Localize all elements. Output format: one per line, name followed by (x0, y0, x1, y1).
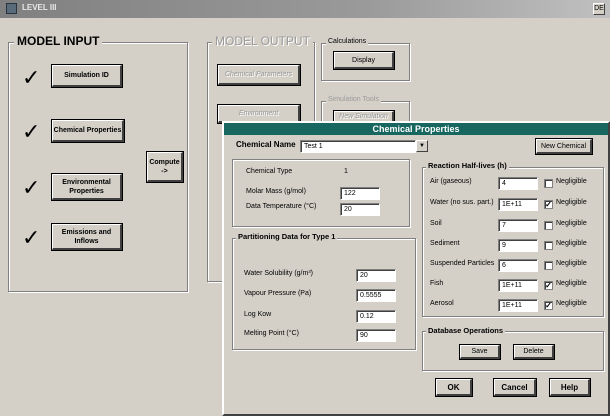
soil-label: Soil (430, 220, 442, 227)
vapour-pressure-label: Vapour Pressure (Pa) (244, 290, 312, 297)
negligible-label: Negligible (556, 240, 587, 247)
arrow-right-icon: -> (161, 167, 168, 175)
log-kow-label: Log Kow (244, 311, 272, 318)
fish-label: Fish (430, 280, 444, 287)
dialog-title: Chemical Properties (224, 123, 608, 135)
data-temperature-label: Data Temperature (°C) (246, 203, 317, 210)
chemical-parameters-button[interactable]: Chemical Parameters (217, 64, 301, 86)
ok-button[interactable]: OK (435, 378, 473, 397)
simulation-id-button[interactable]: Simulation ID (51, 64, 123, 88)
vapour-pressure-field[interactable]: 0.5555 (356, 289, 396, 302)
delete-button[interactable]: Delete (513, 344, 555, 360)
water-half-life-field[interactable]: 1E+11 (498, 198, 538, 211)
new-chemical-button[interactable]: New Chemical (535, 138, 593, 155)
save-button[interactable]: Save (459, 344, 501, 360)
aerosol-negligible-checkbox[interactable]: ✓ (544, 301, 553, 310)
compute-button[interactable]: Compute -> (146, 151, 184, 183)
simulation-tools-label: Simulation Tools (326, 96, 381, 103)
air-label: Air (gaseous) (430, 178, 472, 185)
air-half-life-field[interactable]: 4 (498, 177, 538, 190)
sediment-half-life-field[interactable]: 9 (498, 239, 538, 252)
negligible-label: Negligible (556, 199, 587, 206)
model-input-label: MODEL INPUT (14, 34, 103, 48)
chemical-properties-button[interactable]: Chemical Properties (51, 119, 125, 143)
melting-point-label: Melting Point (°C) (244, 330, 299, 337)
checkmark-icon: ✓ (22, 176, 41, 201)
sediment-label: Sediment (430, 240, 460, 247)
calculations-label: Calculations (326, 38, 369, 45)
aerosol-label: Aerosol (430, 300, 454, 307)
fish-negligible-checkbox[interactable]: ✓ (544, 281, 553, 290)
corner-badge-icon[interactable]: DE (593, 3, 605, 15)
water-negligible-checkbox[interactable]: ✓ (544, 200, 553, 209)
soil-half-life-field[interactable]: 7 (498, 219, 538, 232)
chemical-name-label: Chemical Name (236, 140, 296, 149)
log-kow-field[interactable]: 0.12 (356, 310, 396, 323)
chemical-type-label: Chemical Type (246, 168, 293, 175)
suspended-particles-label: Suspended Particles (430, 260, 495, 267)
compute-label: Compute (149, 158, 180, 166)
negligible-label: Negligible (556, 220, 587, 227)
sediment-negligible-checkbox[interactable] (544, 241, 553, 250)
display-button[interactable]: Display (333, 51, 395, 70)
emissions-and-inflows-button[interactable]: Emissions and Inflows (51, 223, 123, 251)
chemical-type-value: 1 (344, 168, 348, 175)
water-label: Water (no sus. part.) (430, 199, 494, 206)
checkmark-icon: ✓ (22, 120, 41, 145)
chevron-down-icon[interactable]: ▼ (416, 140, 428, 152)
window-title-bar: LEVEL III DE (0, 0, 610, 18)
negligible-label: Negligible (556, 260, 587, 267)
suspended-particles-negligible-checkbox[interactable] (544, 261, 553, 270)
checkmark-icon: ✓ (22, 226, 41, 251)
database-operations-group (422, 331, 604, 371)
negligible-label: Negligible (556, 178, 587, 185)
help-button[interactable]: Help (549, 378, 591, 397)
app-icon (6, 3, 17, 14)
half-lives-label: Reaction Half-lives (h) (426, 161, 509, 170)
fish-half-life-field[interactable]: 1E+11 (498, 279, 538, 292)
chemical-properties-dialog: Chemical Properties Chemical Name Test 1… (222, 121, 610, 416)
melting-point-field[interactable]: 90 (356, 329, 396, 342)
chemical-name-select[interactable]: Test 1 (300, 140, 416, 153)
checkmark-icon: ✓ (22, 66, 41, 91)
cancel-button[interactable]: Cancel (493, 378, 537, 397)
suspended-particles-half-life-field[interactable]: 6 (498, 259, 538, 272)
air-negligible-checkbox[interactable] (544, 179, 553, 188)
window-title: LEVEL III (22, 3, 57, 12)
water-solubility-label: Water Solubility (g/m³) (244, 270, 313, 277)
molar-mass-field[interactable]: 122 (340, 187, 380, 200)
partitioning-label: Partitioning Data for Type 1 (236, 232, 338, 241)
negligible-label: Negligible (556, 280, 587, 287)
molar-mass-label: Molar Mass (g/mol) (246, 188, 306, 195)
aerosol-half-life-field[interactable]: 1E+11 (498, 299, 538, 312)
model-output-label: MODEL OUTPUT (212, 34, 313, 48)
environmental-properties-button[interactable]: Environmental Properties (51, 173, 123, 201)
soil-negligible-checkbox[interactable] (544, 221, 553, 230)
negligible-label: Negligible (556, 300, 587, 307)
database-operations-label: Database Operations (426, 326, 506, 335)
water-solubility-field[interactable]: 20 (356, 269, 396, 282)
data-temperature-field[interactable]: 20 (340, 203, 380, 216)
